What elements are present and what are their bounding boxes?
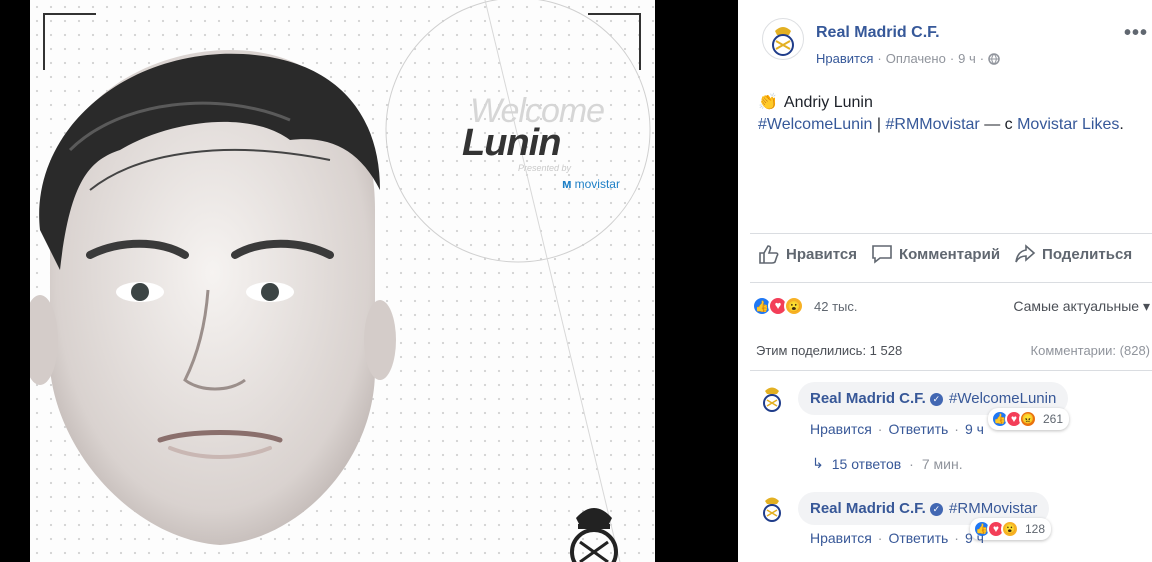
comment-time[interactable]: 9 ч — [965, 530, 984, 546]
share-stats: Этим поделились: 1 528 Комментарии: (828… — [756, 343, 1150, 358]
reactions-summary[interactable]: 👍 ♥ 😮 42 тыс. Самые актуальные ▾ — [752, 296, 1152, 316]
comment-author-link[interactable]: Real Madrid C.F. — [810, 390, 926, 407]
player-name-text: Lunin — [462, 122, 561, 164]
comment-author-link[interactable]: Real Madrid C.F. — [810, 500, 926, 517]
comment-time[interactable]: 9 ч — [965, 421, 984, 437]
globe-icon[interactable] — [988, 52, 1000, 65]
hashtag-welcomelunin[interactable]: #WelcomeLunin — [758, 116, 872, 133]
post-panel: Real Madrid C.F. Нравится · Оплачено · 9… — [738, 0, 1152, 562]
replies-time: 7 мин. — [921, 455, 963, 472]
angry-reaction-icon: 😠 — [1019, 410, 1037, 428]
divider — [750, 370, 1152, 371]
post-header: Real Madrid C.F. Нравится · Оплачено · 9… — [762, 18, 1000, 66]
more-options-icon[interactable]: ••• — [1124, 22, 1148, 45]
dot: · — [877, 421, 883, 437]
post-text: 👏 Andriy Lunin #WelcomeLunin | #RMMovist… — [758, 92, 1124, 136]
comment-hashtag[interactable]: #RMMovistar — [949, 500, 1037, 517]
page-avatar[interactable] — [762, 18, 804, 60]
thumbs-up-icon — [759, 245, 779, 264]
comment-avatar[interactable] — [756, 492, 788, 524]
clapping-hands-icon: 👏 — [758, 94, 778, 111]
comment-reactions-count: 261 — [1043, 412, 1064, 426]
hashtag-separator: | — [876, 116, 882, 133]
wow-reaction-icon: 😮 — [784, 296, 804, 316]
comment-actions: Нравится · Ответить · 9 ч — [810, 421, 984, 437]
dot: · — [954, 421, 959, 437]
comment-avatar[interactable] — [756, 382, 788, 414]
photo-viewer: Welcome Lunin Presented by ᴍ movistar — [0, 0, 738, 562]
period-text: . — [1119, 116, 1124, 133]
post-meta: Нравится · Оплачено · 9 ч · — [816, 51, 1000, 66]
dot: · — [954, 530, 959, 546]
divider — [750, 233, 1152, 234]
comment-icon — [872, 245, 892, 264]
movistar-m-icon: ᴍ — [562, 176, 572, 191]
like-label: Нравится — [786, 245, 858, 263]
page-name-link[interactable]: Real Madrid C.F. — [816, 24, 1000, 42]
hashtag-rmmovistar[interactable]: #RMMovistar — [886, 116, 980, 133]
player-portrait — [30, 50, 396, 545]
real-madrid-crest-icon — [763, 387, 781, 412]
wow-reaction-icon: 😮 — [1001, 520, 1019, 538]
dot: · — [877, 530, 883, 546]
comment-reply-link[interactable]: Ответить — [888, 421, 948, 437]
presented-by-text: Presented by — [518, 163, 572, 173]
real-madrid-crest-icon — [763, 497, 781, 522]
share-label: Поделиться — [1042, 245, 1133, 263]
real-madrid-crest-icon — [772, 27, 794, 56]
reactions-count[interactable]: 42 тыс. — [814, 299, 857, 314]
comment-actions: Нравится · Ответить · 9 ч — [810, 530, 984, 546]
share-button[interactable]: Поделиться — [1014, 244, 1132, 264]
verified-badge-icon: ✓ — [929, 393, 943, 406]
reply-arrow-icon: ↳ — [812, 455, 824, 471]
shares-count[interactable]: Этим поделились: 1 528 — [756, 343, 902, 358]
post-actions: Нравится Комментарий Поделиться — [758, 244, 1132, 264]
comment-label: Комментарий — [899, 245, 1001, 263]
replies-count: 15 ответов — [831, 455, 902, 472]
sponsored-label[interactable]: Оплачено — [886, 51, 946, 66]
comment-reply-link[interactable]: Ответить — [888, 530, 948, 546]
meta-dot: · — [979, 51, 985, 66]
dot: · — [909, 455, 914, 472]
verified-badge-icon: ✓ — [929, 503, 943, 516]
comment-reactions-count: 128 — [1025, 522, 1046, 536]
comment-reactions[interactable]: 👍 ♥ 😠 261 — [988, 408, 1070, 430]
view-replies-link[interactable]: ↳ 15 ответов · 7 мин. — [812, 455, 963, 472]
comment-sort-dropdown[interactable]: Самые актуальные ▾ — [1013, 298, 1150, 315]
movistar-label: movistar — [574, 176, 620, 191]
page-like-link[interactable]: Нравится — [816, 51, 873, 66]
movistar-logo: ᴍ movistar — [562, 176, 620, 191]
comment-like-link[interactable]: Нравится — [810, 421, 872, 437]
tagged-page-link[interactable]: Movistar Likes — [1017, 116, 1119, 133]
comment-hashtag[interactable]: #WelcomeLunin — [949, 390, 1056, 407]
meta-dot: · — [877, 51, 882, 66]
post-photo[interactable]: Welcome Lunin Presented by ᴍ movistar — [30, 0, 655, 562]
with-text: — с — [984, 116, 1013, 133]
divider — [750, 282, 1152, 283]
real-madrid-crest-icon — [570, 508, 618, 562]
like-button[interactable]: Нравится — [758, 244, 857, 264]
share-icon — [1015, 244, 1036, 263]
post-player-name: Andriy Lunin — [783, 94, 873, 111]
comment-button[interactable]: Комментарий — [871, 244, 1000, 264]
post-time[interactable]: 9 ч — [958, 51, 976, 66]
meta-dot: · — [949, 51, 955, 66]
comments-count: Комментарии: (828) — [1030, 343, 1150, 358]
comment-like-link[interactable]: Нравится — [810, 530, 872, 546]
